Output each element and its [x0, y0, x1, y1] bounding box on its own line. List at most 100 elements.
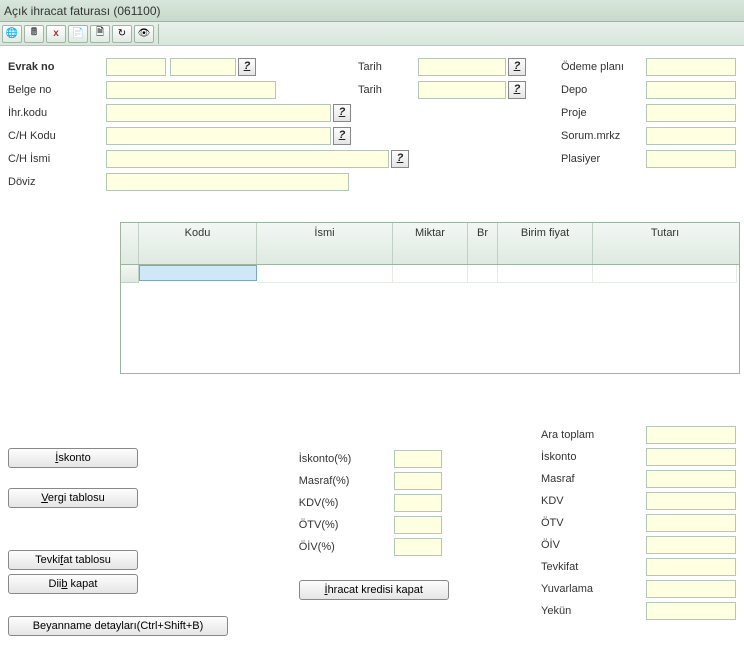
otv-tot-label: ÖTV: [541, 517, 646, 529]
tarih-1-input[interactable]: [418, 58, 506, 76]
grid-body[interactable]: [121, 265, 739, 373]
otv-pct-label: ÖTV(%): [299, 519, 394, 531]
ihr-kodu-help-icon[interactable]: ?: [333, 104, 351, 122]
vergi-tablosu-button[interactable]: Vergi tablosu: [8, 488, 138, 508]
odeme-plani-label: Ödeme planı: [561, 61, 646, 73]
ch-ismi-label: C/H İsmi: [8, 153, 106, 165]
tarih-label-1: Tarih: [358, 61, 418, 73]
tevkifat-tablosu-button[interactable]: Tevkifat tablosu: [8, 550, 138, 570]
ch-kodu-help-icon[interactable]: ?: [333, 127, 351, 145]
proje-input[interactable]: [646, 104, 736, 122]
ara-toplam-input[interactable]: [646, 426, 736, 444]
col-birim-fiyat[interactable]: Birim fiyat: [498, 223, 593, 264]
ihr-kodu-input[interactable]: [106, 104, 331, 122]
iskonto-pct-input[interactable]: [394, 450, 442, 468]
yuvarlama-tot-input[interactable]: [646, 580, 736, 598]
form-area: Evrak no ? Tarih ? Ödeme planı Belge no …: [0, 46, 744, 198]
iskonto-tot-label: İskonto: [541, 451, 646, 463]
masraf-pct-input[interactable]: [394, 472, 442, 490]
globe-icon[interactable]: 🌐: [2, 25, 22, 43]
calc-icon[interactable]: 🖩: [24, 25, 44, 43]
oiv-pct-input[interactable]: [394, 538, 442, 556]
col-br[interactable]: Br: [468, 223, 498, 264]
cell-br[interactable]: [468, 265, 498, 283]
tarih-1-help-icon[interactable]: ?: [508, 58, 526, 76]
totals-panel: Ara toplam İskonto Masraf KDV ÖTV ÖİV Te…: [541, 424, 736, 640]
page-icon[interactable]: 🗎: [90, 25, 110, 43]
eye-icon[interactable]: 👁: [134, 25, 154, 43]
oiv-tot-input[interactable]: [646, 536, 736, 554]
proje-label: Proje: [561, 107, 646, 119]
yekun-tot-input[interactable]: [646, 602, 736, 620]
tevkifat-tot-label: Tevkifat: [541, 561, 646, 573]
iskonto-pct-label: İskonto(%): [299, 453, 394, 465]
otv-pct-input[interactable]: [394, 516, 442, 534]
belge-no-label: Belge no: [8, 84, 106, 96]
cell-ismi[interactable]: [257, 265, 393, 283]
kdv-tot-input[interactable]: [646, 492, 736, 510]
depo-label: Depo: [561, 84, 646, 96]
tevkifat-tot-input[interactable]: [646, 558, 736, 576]
window-title: Açık ihracat faturası (061100): [0, 0, 744, 22]
col-miktar[interactable]: Miktar: [393, 223, 468, 264]
kdv-tot-label: KDV: [541, 495, 646, 507]
tarih-label-2: Tarih: [358, 84, 418, 96]
ihr-kodu-label: İhr.kodu: [8, 107, 106, 119]
sorum-mrkz-label: Sorum.mrkz: [561, 130, 646, 142]
tarih-2-help-icon[interactable]: ?: [508, 81, 526, 99]
cell-birim-fiyat[interactable]: [498, 265, 593, 283]
plasiyer-input[interactable]: [646, 150, 736, 168]
doviz-label: Döviz: [8, 176, 106, 188]
sorum-mrkz-input[interactable]: [646, 127, 736, 145]
evrak-no-help-icon[interactable]: ?: [238, 58, 256, 76]
plasiyer-label: Plasiyer: [561, 153, 646, 165]
col-kodu[interactable]: Kodu: [139, 223, 257, 264]
kdv-pct-input[interactable]: [394, 494, 442, 512]
title-text: Açık ihracat faturası (061100): [4, 4, 161, 18]
odeme-plani-input[interactable]: [646, 58, 736, 76]
bottom-left-buttons: İskonto Vergi tablosu Tevkifat tablosu D…: [8, 424, 299, 640]
ihracat-kredisi-kapat-button[interactable]: İhracat kredisi kapat: [299, 580, 449, 600]
ara-toplam-label: Ara toplam: [541, 429, 646, 441]
depo-input[interactable]: [646, 81, 736, 99]
evrak-no-label: Evrak no: [8, 61, 106, 73]
ch-kodu-label: C/H Kodu: [8, 130, 106, 142]
row-header-icon[interactable]: [121, 265, 139, 283]
grid-corner: [121, 223, 139, 264]
masraf-tot-input[interactable]: [646, 470, 736, 488]
otv-tot-input[interactable]: [646, 514, 736, 532]
cell-miktar[interactable]: [393, 265, 468, 283]
diib-kapat-button[interactable]: Diib kapat: [8, 574, 138, 594]
oiv-pct-label: ÖİV(%): [299, 541, 394, 553]
evrak-no-prefix-input[interactable]: [106, 58, 166, 76]
doviz-input[interactable]: [106, 173, 349, 191]
grid-row[interactable]: [121, 265, 739, 283]
masraf-tot-label: Masraf: [541, 473, 646, 485]
toolbar: 🌐 🖩 x 📄 🗎 ↻ 👁: [0, 22, 744, 46]
grid-header: Kodu İsmi Miktar Br Birim fiyat Tutarı: [121, 223, 739, 265]
col-ismi[interactable]: İsmi: [257, 223, 393, 264]
ch-ismi-help-icon[interactable]: ?: [391, 150, 409, 168]
beyanname-button[interactable]: Beyanname detayları(Ctrl+Shift+B): [8, 616, 228, 636]
refresh-icon[interactable]: ↻: [112, 25, 132, 43]
ch-ismi-input[interactable]: [106, 150, 389, 168]
tarih-2-input[interactable]: [418, 81, 506, 99]
cell-tutari[interactable]: [593, 265, 737, 283]
bottom-panel: İskonto Vergi tablosu Tevkifat tablosu D…: [0, 424, 744, 640]
xls-icon[interactable]: x: [46, 25, 66, 43]
evrak-no-input[interactable]: [170, 58, 236, 76]
masraf-pct-label: Masraf(%): [299, 475, 394, 487]
percentages-panel: İskonto(%) Masraf(%) KDV(%) ÖTV(%) ÖİV(%…: [299, 424, 541, 640]
iskonto-button[interactable]: İskonto: [8, 448, 138, 468]
doc-icon[interactable]: 📄: [68, 25, 88, 43]
iskonto-tot-input[interactable]: [646, 448, 736, 466]
belge-no-input[interactable]: [106, 81, 276, 99]
yuvarlama-tot-label: Yuvarlama: [541, 583, 646, 595]
col-tutari[interactable]: Tutarı: [593, 223, 737, 264]
cell-kodu-active[interactable]: [139, 265, 257, 281]
items-grid[interactable]: Kodu İsmi Miktar Br Birim fiyat Tutarı: [120, 222, 740, 374]
kdv-pct-label: KDV(%): [299, 497, 394, 509]
toolbar-separator: [158, 24, 159, 44]
ch-kodu-input[interactable]: [106, 127, 331, 145]
oiv-tot-label: ÖİV: [541, 539, 646, 551]
